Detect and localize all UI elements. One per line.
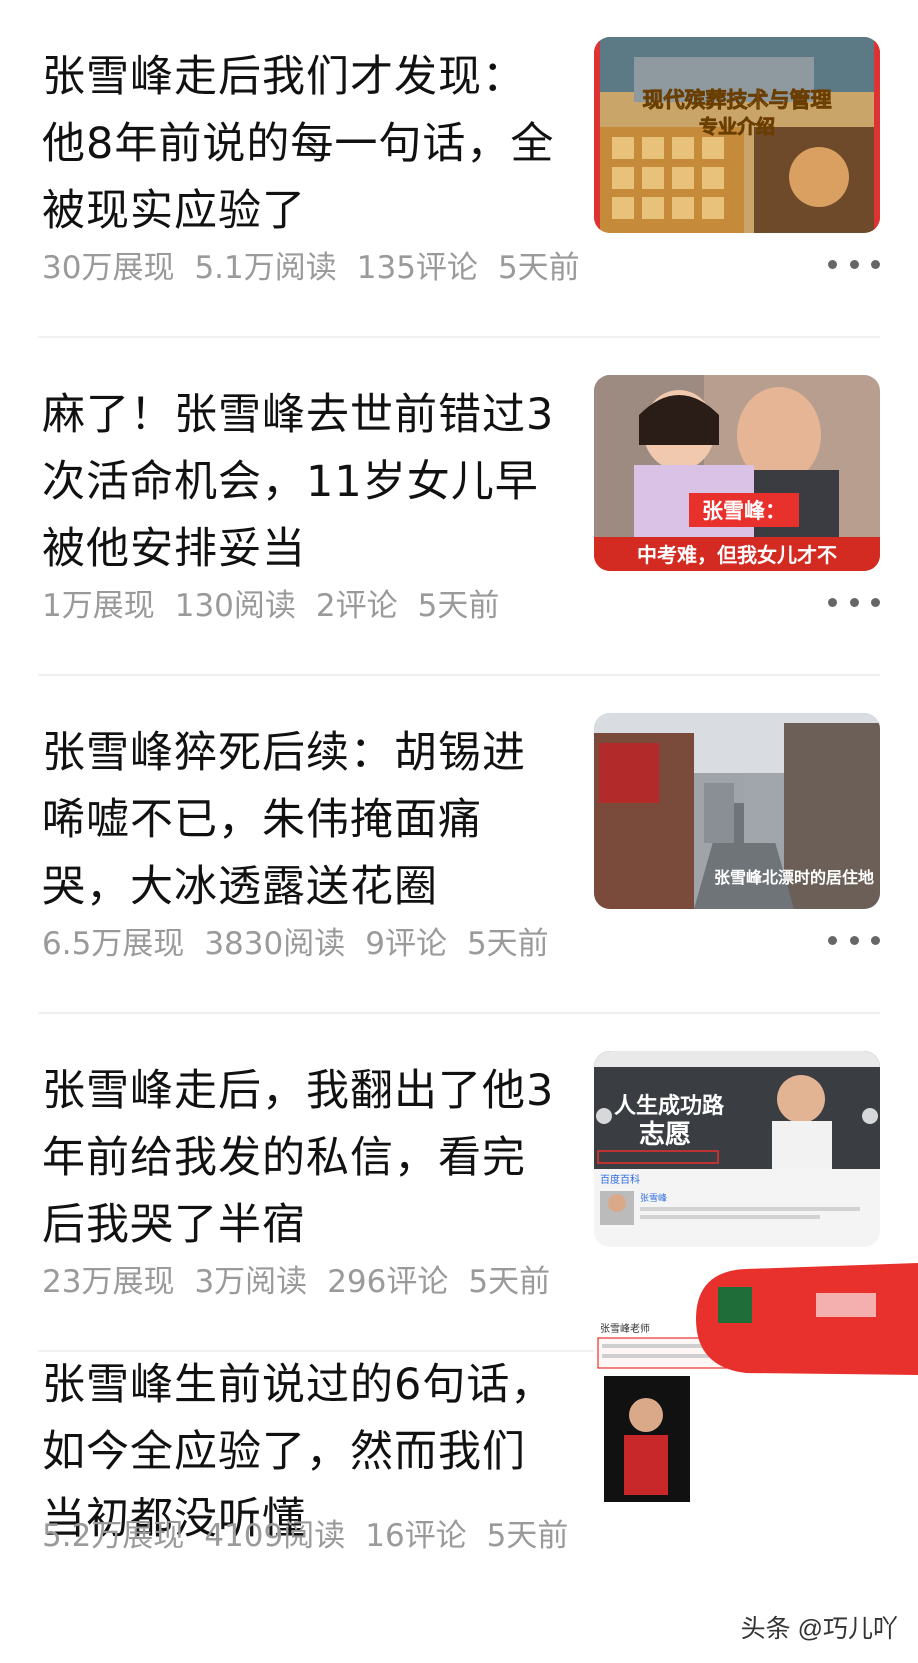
thumb-caption: 张雪峰： (702, 499, 786, 523)
article-item[interactable]: 张雪峰猝死后续：胡锡进唏嘘不已，朱伟掩面痛哭，大冰透露送花圈 . 张雪峰北漂时的… (0, 676, 918, 1012)
article-meta: 30万展现 5.1万阅读 135评论 5天前 (42, 242, 600, 287)
reads-count: 4109阅读 (204, 1518, 346, 1554)
comments-count: 2评论 (315, 588, 398, 624)
more-dots-icon[interactable] (828, 933, 880, 947)
article-thumbnail[interactable]: 现代殡葬技术与管理 专业介绍 (594, 37, 880, 233)
thumb-caption: 张雪峰北漂时的居住地 (714, 868, 874, 887)
article-meta: 6.5万展现 3830阅读 9评论 5天前 (42, 918, 569, 963)
article-meta: 23万展现 3万阅读 296评论 5天前 (42, 1256, 570, 1301)
thumb-caption: 人生成功路 (614, 1093, 725, 1119)
article-title[interactable]: 麻了！张雪峰去世前错过3次活命机会，11岁女儿早被他安排妥当 (42, 382, 562, 583)
comments-count: 296评论 (327, 1264, 449, 1300)
publish-time: 5天前 (468, 1264, 551, 1300)
reads-count: 3万阅读 (194, 1264, 308, 1300)
publish-time: 5天前 (497, 250, 580, 286)
comments-count: 135评论 (356, 250, 478, 286)
article-title[interactable]: 张雪峰走后，我翻出了他3年前给我发的私信，看完后我哭了半宿 (42, 1058, 562, 1259)
comments-count: 16评论 (365, 1518, 467, 1554)
article-title[interactable]: 张雪峰走后我们才发现：他8年前说的每一句话，全被现实应验了 (42, 44, 562, 245)
thumb-caption: 百度百科 (600, 1173, 640, 1186)
watermark: 头条 @巧儿吖 (740, 1615, 898, 1643)
thumb-caption: 张雪峰 (640, 1193, 667, 1204)
article-thumbnail[interactable]: 人生成功路 志愿 百度百科 张雪峰 (594, 1051, 880, 1247)
more-dots-icon[interactable] (828, 595, 880, 609)
thumb-caption: 中考难，但我女儿才不 (637, 543, 837, 567)
thumb-caption: 张雪峰老师 (600, 1322, 650, 1335)
reads-count: 130阅读 (174, 588, 296, 624)
views-count: 1万展现 (42, 588, 155, 624)
views-count: 23万展现 (42, 1264, 175, 1300)
reads-count: 3830阅读 (204, 926, 346, 962)
article-item[interactable]: 麻了！张雪峰去世前错过3次活命机会，11岁女儿早被他安排妥当 张雪峰： 中考难，… (0, 338, 918, 674)
views-count: 6.5万展现 (42, 926, 185, 962)
reads-count: 5.1万阅读 (194, 250, 337, 286)
article-meta: 5.2万展现 4109阅读 16评论 5天前 (42, 1510, 588, 1555)
redaction-overlay (696, 1263, 918, 1375)
more-dots-icon[interactable] (828, 257, 880, 271)
article-thumbnail[interactable]: . 张雪峰北漂时的居住地 (594, 713, 880, 909)
publish-time: 5天前 (486, 1518, 569, 1554)
thumb-caption: 志愿 (639, 1120, 691, 1150)
comments-count: 9评论 (365, 926, 447, 962)
article-item[interactable]: 张雪峰走后我们才发现：他8年前说的每一句话，全被现实应验了 现代殡葬技术与管理 … (0, 0, 918, 336)
publish-time: 5天前 (417, 588, 500, 624)
thumb-caption: 现代殡葬技术与管理 (643, 88, 832, 112)
publish-time: 5天前 (466, 926, 549, 962)
article-meta: 1万展现 130阅读 2评论 5天前 (42, 580, 519, 625)
views-count: 30万展现 (42, 250, 175, 286)
article-title[interactable]: 张雪峰猝死后续：胡锡进唏嘘不已，朱伟掩面痛哭，大冰透露送花圈 (42, 720, 562, 921)
thumb-caption: 专业介绍 (699, 115, 775, 138)
views-count: 5.2万展现 (42, 1518, 185, 1554)
article-thumbnail[interactable]: 张雪峰： 中考难，但我女儿才不 (594, 375, 880, 571)
